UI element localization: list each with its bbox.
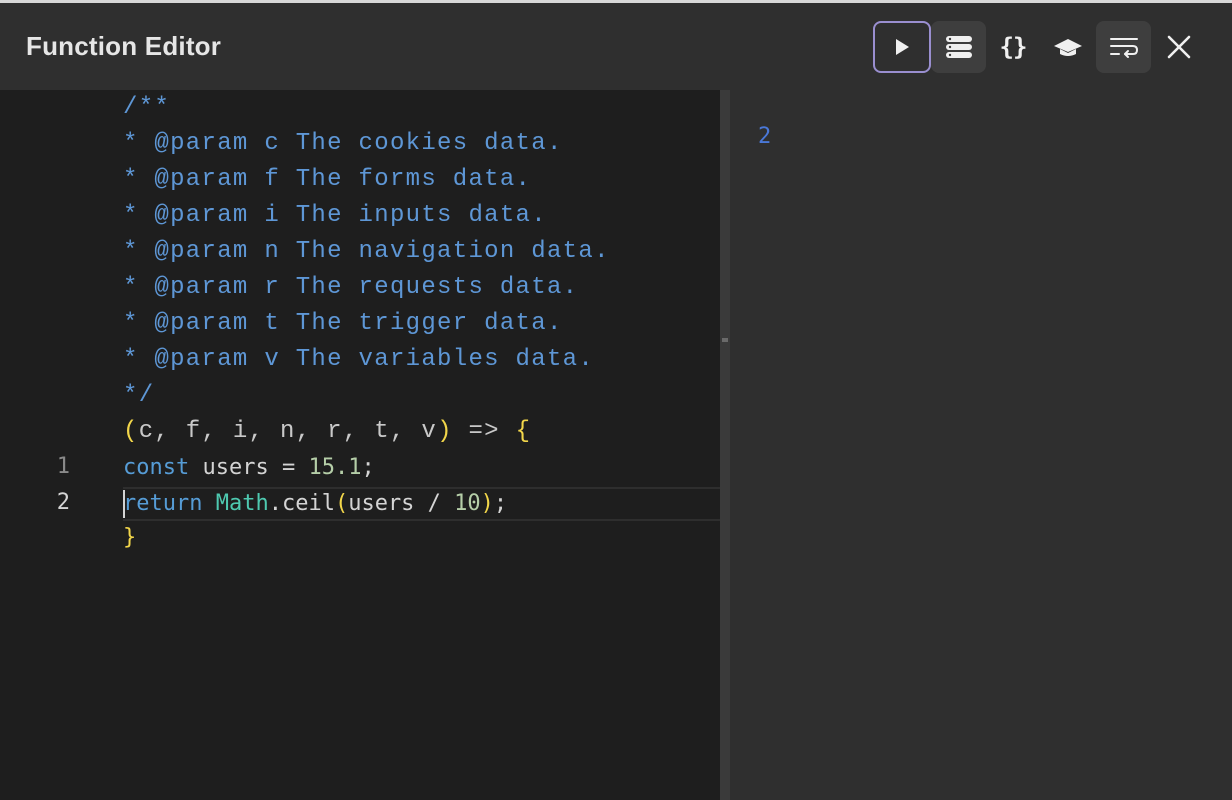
output-panel: 2 — [730, 90, 1232, 800]
line-number: 2 — [56, 490, 70, 515]
function-close: } — [123, 520, 136, 556]
function-params: c, f, i, n, r, t, v — [138, 418, 438, 445]
class-token: Math — [215, 491, 269, 516]
close-paren: ) — [437, 418, 453, 445]
comment-line: * @param c The cookies data. — [123, 130, 563, 157]
list-icon — [945, 36, 972, 58]
comment-line: /** — [123, 94, 171, 121]
comment-line: * @param v The variables data. — [123, 346, 595, 373]
text-cursor — [123, 490, 125, 518]
braces-icon: {} — [999, 33, 1028, 61]
close-paren: ) — [480, 491, 494, 516]
comment-line: * @param f The forms data. — [123, 166, 532, 193]
play-icon — [896, 39, 909, 55]
learn-button[interactable] — [1043, 21, 1093, 73]
semicolon-token: ; — [493, 491, 508, 516]
word-wrap-icon — [1109, 38, 1138, 58]
close-icon — [1167, 35, 1191, 59]
word-wrap-button[interactable] — [1096, 21, 1151, 73]
variable-token: users = — [189, 455, 309, 480]
open-brace: { — [515, 418, 532, 445]
comment-line: * @param n The navigation data. — [123, 238, 610, 265]
arrow-token: => — [452, 418, 516, 445]
function-signature: (c, f, i, n, r, t, v) => { — [123, 414, 531, 450]
run-button[interactable] — [873, 21, 931, 73]
editor-header: Function Editor {} — [0, 3, 1232, 90]
output-value: 2 — [758, 124, 772, 149]
format-json-button[interactable]: {} — [988, 21, 1038, 73]
line-number: 1 — [56, 454, 70, 479]
code-line-1: const users = 15.1; — [123, 450, 375, 486]
keyword-token: const — [123, 455, 190, 480]
number-token: 15.1 — [308, 455, 362, 480]
close-button[interactable] — [1155, 21, 1203, 73]
keyword-token: return — [123, 491, 203, 516]
argument-token: users / — [348, 491, 455, 516]
semicolon-token: ; — [361, 455, 375, 480]
comment-line: * @param i The inputs data. — [123, 202, 547, 229]
number-token: 10 — [454, 491, 481, 516]
splitter-handle[interactable] — [722, 338, 728, 342]
code-editor[interactable]: /** * @param c The cookies data. * @para… — [0, 90, 720, 800]
open-paren: ( — [123, 418, 139, 445]
code-line-2: return Math.ceil(users / 10); — [123, 486, 507, 522]
comment-line: * @param r The requests data. — [123, 274, 579, 301]
comment-line: */ — [123, 382, 155, 409]
open-paren: ( — [334, 491, 349, 516]
graduation-cap-icon — [1054, 39, 1082, 56]
method-token: .ceil — [268, 491, 335, 516]
pane-splitter[interactable] — [720, 90, 730, 800]
close-brace: } — [123, 525, 137, 550]
list-view-button[interactable] — [931, 21, 986, 73]
comment-line: * @param t The trigger data. — [123, 310, 563, 337]
page-title: Function Editor — [26, 31, 222, 61]
